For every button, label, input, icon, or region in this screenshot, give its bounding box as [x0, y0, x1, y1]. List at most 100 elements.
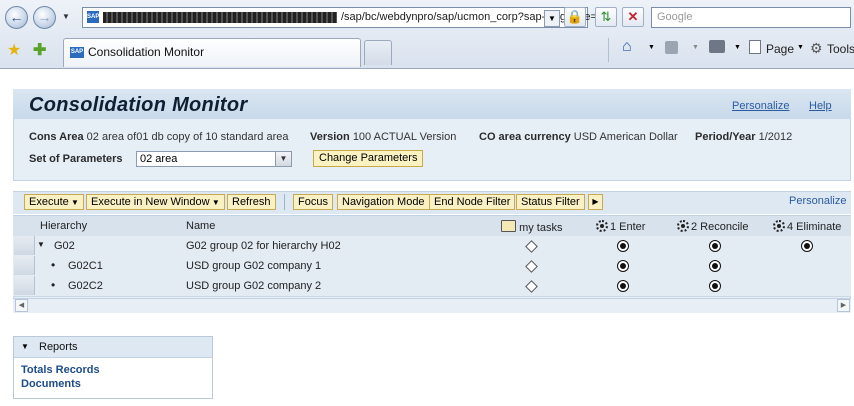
feeds-dropdown-icon[interactable]: ▼ — [692, 44, 699, 51]
toolbar-more-icon[interactable]: ▶ — [588, 194, 603, 210]
toolbar-personalize-link[interactable]: Personalize — [789, 195, 846, 207]
totals-records-link[interactable]: Totals Records — [21, 364, 100, 376]
horizontal-scrollbar[interactable] — [13, 298, 851, 313]
cons-area-field: Cons Area 02 area of01 db copy of 10 sta… — [29, 131, 289, 143]
refresh-icon[interactable]: ⇅ — [595, 7, 617, 27]
hierarchy-cell: G02C1 — [68, 260, 103, 272]
stop-icon[interactable]: ✕ — [622, 7, 644, 27]
page-icon — [749, 40, 761, 54]
period-field: Period/Year 1/2012 — [695, 131, 792, 143]
favorites-star-icon[interactable]: ★ — [7, 40, 21, 60]
currency-label: CO area currency — [479, 131, 571, 143]
column-name[interactable]: Name — [186, 220, 215, 232]
name-cell: USD group G02 company 2 — [186, 280, 322, 292]
status-enter-icon[interactable] — [617, 240, 629, 252]
table-row[interactable] — [13, 256, 851, 277]
gear-icon — [773, 220, 785, 232]
scroll-left-icon[interactable]: ◀ — [15, 299, 28, 312]
row-selector[interactable] — [14, 236, 35, 255]
reports-title: Reports — [39, 341, 78, 353]
reports-header[interactable]: ▼ Reports — [14, 337, 212, 358]
status-enter-icon[interactable] — [617, 260, 629, 272]
url-dropdown-icon[interactable]: ▼ — [544, 10, 560, 27]
divider — [608, 38, 609, 62]
period-label: Period/Year — [695, 131, 756, 143]
version-label: Version — [310, 131, 350, 143]
status-enter-icon[interactable] — [617, 280, 629, 292]
print-icon[interactable] — [709, 40, 725, 53]
tools-gear-icon: ⚙ — [810, 40, 823, 56]
refresh-button[interactable]: Refresh — [227, 194, 276, 210]
column-eliminate-label: 4 Eliminate — [787, 221, 842, 233]
hierarchy-cell: G02C2 — [68, 280, 103, 292]
browser-chrome: ← → ▼ SAP /sap/bc/webdynpro/sap/ucmon_co… — [0, 0, 854, 69]
column-my-tasks[interactable]: my tasks — [501, 220, 562, 234]
name-cell: G02 group 02 for hierarchy H02 — [186, 240, 341, 252]
personalize-link[interactable]: Personalize — [732, 100, 789, 112]
lock-icon[interactable]: 🔒 — [564, 7, 586, 27]
search-input[interactable]: Google — [651, 7, 851, 28]
name-cell: USD group G02 company 1 — [186, 260, 322, 272]
redacted-host — [103, 12, 337, 23]
params-select-value: 02 area — [140, 153, 178, 165]
home-icon[interactable]: ⌂ — [622, 38, 632, 56]
column-enter[interactable]: 1 Enter — [596, 220, 645, 233]
status-reconcile-icon[interactable] — [709, 260, 721, 272]
column-enter-label: 1 Enter — [610, 221, 646, 233]
currency-value: USD American Dollar — [573, 131, 678, 143]
end-node-filter-button[interactable]: End Node Filter — [429, 194, 516, 210]
collapse-icon[interactable]: ▼ — [21, 342, 29, 351]
hierarchy-cell: G02 — [54, 240, 75, 252]
version-value: 100 ACTUAL Version — [352, 131, 457, 143]
folder-icon — [501, 220, 516, 232]
tab-consolidation-monitor[interactable]: SAP Consolidation Monitor — [63, 38, 361, 67]
help-link[interactable]: Help — [809, 100, 832, 112]
address-bar[interactable]: SAP /sap/bc/webdynpro/sap/ucmon_corp?sap… — [82, 7, 612, 28]
page-menu[interactable]: Page — [766, 42, 794, 56]
row-selector[interactable] — [14, 276, 35, 295]
leaf-bullet-icon: • — [51, 278, 56, 292]
navigation-mode-button[interactable]: Navigation Mode — [337, 194, 430, 210]
period-value: 1/2012 — [758, 131, 793, 143]
forward-icon[interactable]: → — [33, 6, 56, 29]
home-dropdown-icon[interactable]: ▼ — [648, 44, 655, 51]
scroll-right-icon[interactable]: ▶ — [837, 299, 850, 312]
execute-new-window-button[interactable]: Execute in New Window ▼ — [86, 194, 225, 210]
tools-menu[interactable]: Tools — [827, 42, 854, 56]
cons-area-label: Cons Area — [29, 131, 84, 143]
params-select[interactable]: 02 area ▼ — [136, 151, 292, 167]
execute-new-window-label: Execute in New Window — [91, 196, 210, 208]
column-hierarchy[interactable]: Hierarchy — [40, 220, 87, 232]
version-field: Version 100 ACTUAL Version — [310, 131, 456, 143]
collapse-icon[interactable]: ▼ — [37, 240, 45, 249]
status-eliminate-icon[interactable] — [801, 240, 813, 252]
back-icon[interactable]: ← — [5, 6, 28, 29]
execute-label: Execute — [29, 196, 69, 208]
add-favorites-icon[interactable]: ✚ — [33, 40, 46, 60]
column-reconcile[interactable]: 2 Reconcile — [677, 220, 748, 233]
params-label: Set of Parameters — [29, 153, 123, 165]
status-filter-button[interactable]: Status Filter — [516, 194, 585, 210]
page-title: Consolidation Monitor — [29, 94, 248, 116]
change-parameters-button[interactable]: Change Parameters — [313, 150, 424, 167]
currency-field: CO area currency USD American Dollar — [479, 131, 678, 143]
column-eliminate[interactable]: 4 Eliminate — [773, 220, 841, 233]
print-dropdown-icon[interactable]: ▼ — [734, 44, 741, 51]
table-row[interactable] — [13, 236, 851, 257]
focus-button[interactable]: Focus — [293, 194, 333, 210]
sap-tab-icon: SAP — [70, 47, 84, 58]
page-dropdown-icon[interactable]: ▼ — [797, 44, 804, 51]
status-reconcile-icon[interactable] — [709, 240, 721, 252]
table-row[interactable] — [13, 276, 851, 297]
feeds-icon[interactable] — [665, 41, 678, 54]
row-selector[interactable] — [14, 256, 35, 275]
column-reconcile-label: 2 Reconcile — [691, 221, 749, 233]
history-dropdown-icon[interactable]: ▼ — [62, 12, 70, 21]
status-reconcile-icon[interactable] — [709, 280, 721, 292]
documents-link[interactable]: Documents — [21, 378, 81, 390]
chevron-down-icon[interactable]: ▼ — [275, 152, 291, 166]
gear-icon — [677, 220, 689, 232]
execute-button[interactable]: Execute ▼ — [24, 194, 84, 210]
new-tab-button[interactable] — [364, 40, 392, 65]
sap-favicon-icon: SAP — [87, 11, 99, 23]
